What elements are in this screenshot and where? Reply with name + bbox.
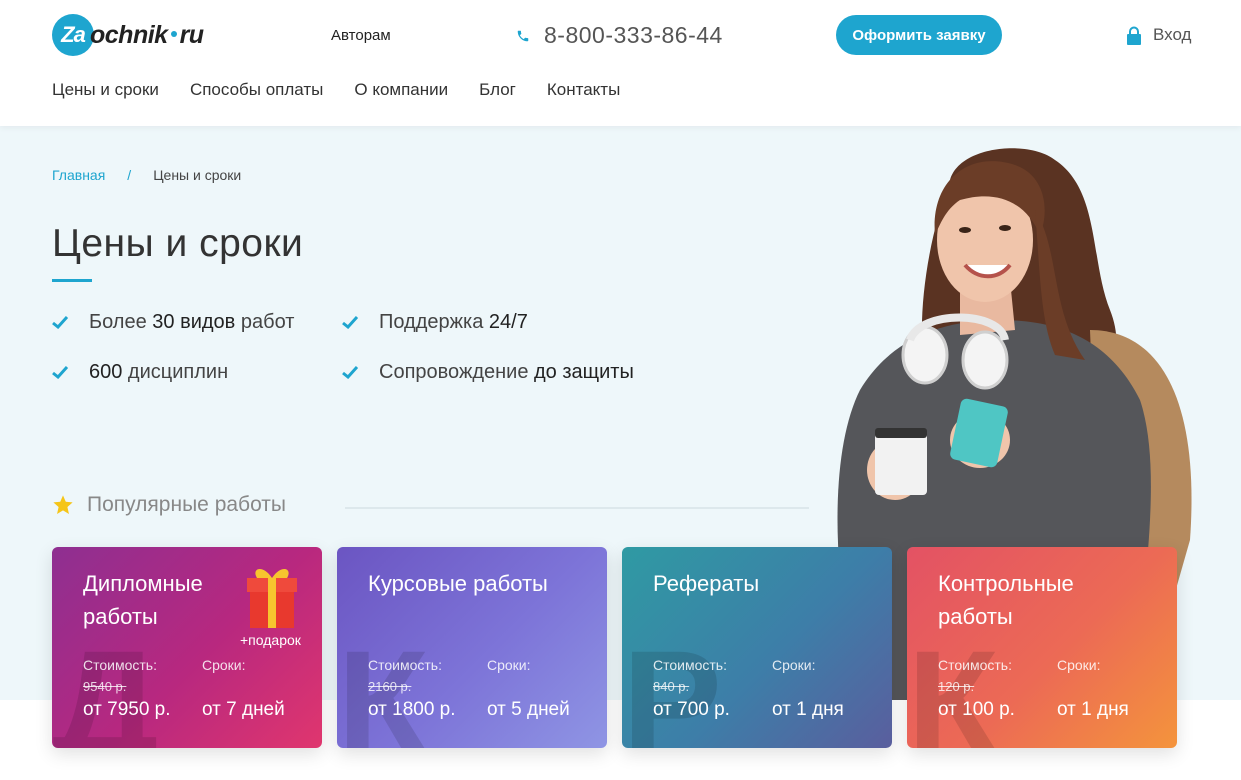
- term-label: Сроки:: [202, 657, 246, 673]
- breadcrumb-separator: /: [127, 167, 132, 183]
- feature-text-bold: 600: [89, 361, 123, 383]
- check-icon: [52, 366, 68, 379]
- term: от 5 дней: [487, 699, 570, 720]
- nav-item-blog[interactable]: Блог: [479, 80, 516, 100]
- breadcrumb-home[interactable]: Главная: [52, 167, 105, 183]
- popular-heading: Популярные работы: [52, 493, 286, 517]
- popular-divider: [345, 507, 809, 509]
- logo[interactable]: Za ochnik ru: [52, 14, 204, 56]
- nav-item-payment[interactable]: Способы оплаты: [190, 80, 323, 100]
- work-card-test[interactable]: К Контрольные работы Стоимость: Сроки: 1…: [907, 547, 1177, 748]
- page-title: Цены и сроки: [52, 222, 304, 265]
- card-title: Курсовые работы: [368, 571, 548, 596]
- feature-text-after: работ: [235, 311, 295, 333]
- cost-label: Стоимость:: [653, 657, 727, 673]
- feature-text: Поддержка 24/7: [379, 311, 528, 334]
- logo-badge: Za: [52, 14, 94, 56]
- work-card-coursework[interactable]: К Курсовые работы Стоимость: Сроки: 2160…: [337, 547, 607, 748]
- gift-icon: [247, 568, 297, 628]
- gift-label: +подарок: [240, 632, 301, 648]
- feature-item: 600 дисциплин: [52, 361, 228, 384]
- price: от 7950 р.: [83, 699, 171, 720]
- card-title: Контрольные работы: [938, 571, 1074, 629]
- card-title: Рефераты: [653, 571, 760, 596]
- title-underline: [52, 279, 92, 282]
- nav-item-contacts[interactable]: Контакты: [547, 80, 620, 100]
- star-icon: [53, 495, 73, 514]
- check-icon: [52, 316, 68, 329]
- feature-item: Поддержка 24/7: [342, 311, 528, 334]
- feature-text-bold: 24/7: [488, 311, 528, 333]
- cost-label: Стоимость:: [938, 657, 1012, 673]
- feature-text-bold: до защиты: [534, 361, 634, 383]
- feature-text-before: Более: [89, 311, 153, 333]
- phone-number[interactable]: 8-800-333-86-44: [516, 22, 723, 49]
- term-label: Сроки:: [487, 657, 531, 673]
- price: от 700 р.: [653, 699, 730, 720]
- popular-heading-text: Популярные работы: [87, 493, 287, 516]
- authors-link[interactable]: Авторам: [331, 27, 391, 44]
- term: от 1 дня: [1057, 699, 1129, 720]
- breadcrumb: Главная / Цены и сроки: [52, 167, 241, 183]
- main-nav: Цены и сроки Способы оплаты О компании Б…: [52, 80, 651, 100]
- breadcrumb-current: Цены и сроки: [153, 167, 242, 183]
- login-link[interactable]: Вход: [1126, 25, 1191, 45]
- phone-icon: [517, 30, 529, 41]
- feature-text: 600 дисциплин: [89, 361, 228, 384]
- order-button[interactable]: Оформить заявку: [836, 15, 1002, 55]
- price: от 1800 р.: [368, 699, 456, 720]
- feature-text-before: Поддержка: [379, 311, 489, 333]
- check-icon: [342, 366, 358, 379]
- feature-text: Сопровождение до защиты: [379, 361, 634, 384]
- term: от 7 дней: [202, 699, 285, 720]
- work-card-essay[interactable]: Р Рефераты Стоимость: Сроки: 840 р. от 7…: [622, 547, 892, 748]
- term-label: Сроки:: [1057, 657, 1101, 673]
- lock-icon: [1127, 26, 1141, 45]
- term-label: Сроки:: [772, 657, 816, 673]
- feature-text-after: дисциплин: [122, 361, 229, 383]
- logo-dot: [170, 30, 177, 37]
- login-label: Вход: [1153, 25, 1192, 44]
- cost-label: Стоимость:: [368, 657, 442, 673]
- feature-item: Более 30 видов работ: [52, 311, 294, 334]
- old-price: 9540 р.: [83, 679, 127, 694]
- price: от 100 р.: [938, 699, 1015, 720]
- old-price: 2160 р.: [368, 679, 412, 694]
- feature-text-bold: 30 видов: [152, 311, 236, 333]
- old-price: 840 р.: [653, 679, 690, 694]
- feature-text: Более 30 видов работ: [89, 311, 294, 334]
- phone-text: 8-800-333-86-44: [544, 22, 723, 48]
- feature-item: Сопровождение до защиты: [342, 361, 634, 384]
- nav-item-prices[interactable]: Цены и сроки: [52, 80, 159, 100]
- logo-suffix: ru: [179, 20, 205, 49]
- logo-text: ochnik ru: [90, 21, 204, 50]
- nav-item-about[interactable]: О компании: [354, 80, 448, 100]
- feature-text-before: Сопровождение: [379, 361, 535, 383]
- check-icon: [342, 316, 358, 329]
- site-header: Za ochnik ru Авторам 8-800-333-86-44 Офор…: [0, 0, 1241, 126]
- cost-label: Стоимость:: [83, 657, 157, 673]
- work-card-diploma[interactable]: Д Дипломные работы +подарок Стоимость: С…: [52, 547, 322, 748]
- logo-main: ochnik: [90, 20, 168, 49]
- term: от 1 дня: [772, 699, 844, 720]
- old-price: 120 р.: [938, 679, 975, 694]
